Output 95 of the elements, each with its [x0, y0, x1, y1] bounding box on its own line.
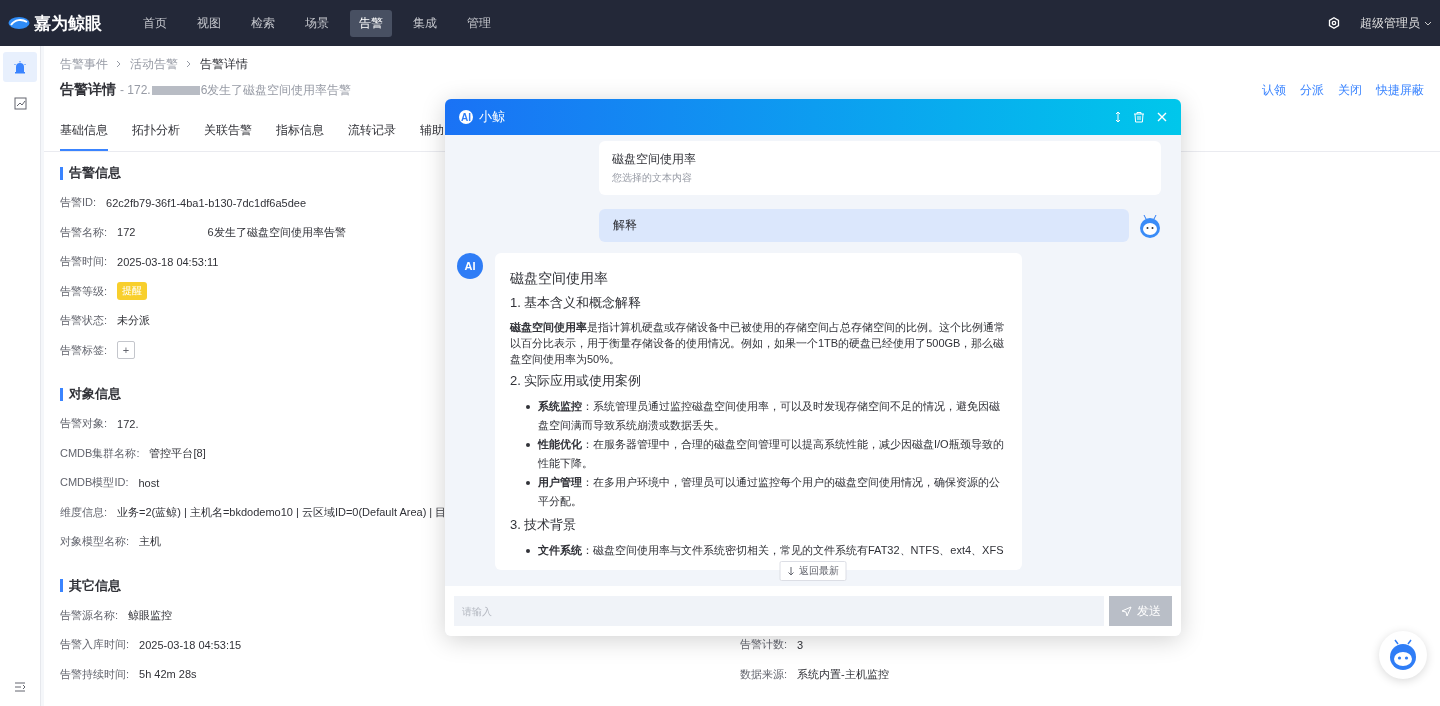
nav-tab[interactable]: 场景	[296, 9, 338, 37]
section-title: 对象信息	[69, 385, 121, 403]
field-value: 业务=2(蓝鲸) | 主机名=bkdodemo10 | 云区域ID=0(Default Area) | 目	[117, 504, 447, 520]
field-value: 2025-03-18 04:53:11	[117, 255, 219, 268]
robot-avatar-icon	[1139, 213, 1161, 238]
answer-heading: 3. 技术背景	[510, 516, 578, 534]
action-link[interactable]: 分派	[1300, 81, 1324, 99]
field-value: 62c2fb79-36f1-4ba1-b130-7dc1df6a5dee	[106, 196, 307, 209]
tab[interactable]: 辅助	[420, 111, 444, 151]
field-label: 告警源名称:	[60, 607, 119, 623]
settings-icon[interactable]	[1328, 17, 1340, 29]
field-label: 告警标签:	[60, 342, 108, 358]
field-label: 告警状态:	[60, 313, 108, 329]
tab[interactable]: 关联告警	[204, 111, 252, 151]
ai-logo: AI	[459, 110, 473, 124]
section-title: 其它信息	[69, 576, 121, 595]
collapse-menu-icon[interactable]	[14, 682, 26, 692]
bullet-icon	[526, 548, 530, 553]
ai-logo: AI	[457, 253, 483, 279]
nav-tab[interactable]: 首页	[134, 9, 176, 37]
answer-heading: 1. 基本含义和概念解释	[510, 294, 643, 313]
field-value: 鲸眼监控	[128, 607, 173, 623]
chevron-icon	[186, 60, 192, 68]
action-link[interactable]: 快捷屏蔽	[1376, 81, 1424, 99]
nav-tab[interactable]: 检索	[242, 9, 284, 37]
field-label: 告警持续时间:	[60, 666, 130, 682]
field-value: host	[138, 476, 160, 489]
action-link[interactable]: 认领	[1262, 81, 1286, 99]
field-label: 告警名称:	[60, 224, 108, 240]
nav-tab[interactable]: 管理	[458, 9, 500, 37]
page-title: 告警详情	[60, 81, 116, 99]
quote-hint: 您选择的文本内容	[612, 171, 693, 185]
field-value: 主机	[139, 534, 162, 550]
answer-bullet: 用户管理：在多用户环境中，管理员可以通过监控每个用户的磁盘空间使用情况，确保资源的公平分配。	[538, 475, 1001, 509]
nav-tab[interactable]: 视图	[188, 9, 230, 37]
resize-icon[interactable]	[1115, 111, 1121, 123]
answer-bullet: 性能优化：在服务器管理中，合理的磁盘空间管理可以提高系统性能，减少因磁盘I/O瓶颈导致的性能下降。	[538, 437, 1005, 471]
page-subtitle: - 172.	[120, 83, 151, 97]
level-badge: 提醒	[117, 282, 148, 301]
user-message: 解释	[599, 209, 1129, 242]
chat-title: 小鲸	[479, 108, 505, 126]
field-value: 5h 42m 28s	[139, 668, 197, 681]
eye-logo-icon	[8, 16, 30, 30]
action-link[interactable]: 关闭	[1338, 81, 1362, 99]
field-value: 未分派	[117, 313, 151, 329]
field-label: 告警ID:	[60, 195, 97, 211]
answer-title: 磁盘空间使用率	[510, 269, 609, 288]
field-label: 告警时间:	[60, 254, 108, 270]
back-to-latest-button[interactable]: 返回最新	[779, 561, 847, 581]
field-value: 172	[117, 226, 136, 239]
field-label: 告警入库时间:	[60, 637, 130, 653]
tab[interactable]: 流转记录	[348, 111, 396, 151]
field-label: 数据来源:	[740, 666, 788, 682]
tab[interactable]: 基础信息	[60, 111, 108, 151]
tab[interactable]: 指标信息	[276, 111, 324, 151]
field-value: 3	[797, 638, 804, 651]
chevron-icon	[116, 60, 122, 68]
quote-text: 磁盘空间使用率	[612, 151, 697, 168]
bullet-icon	[526, 443, 530, 447]
send-icon	[1120, 605, 1132, 617]
field-value: 2025-03-18 04:53:15	[139, 638, 242, 651]
field-value: 管控平台[8]	[149, 445, 206, 461]
field-label: CMDB模型ID:	[60, 475, 129, 491]
field-value: 系统内置-主机监控	[797, 666, 889, 682]
answer-bullet: 系统监控：系统管理员通过监控磁盘空间使用率，可以及时发现存储空间不足的情况，避免因磁盘空间满而导致系统崩溃或数据丢失。	[538, 399, 1001, 433]
down-arrow-icon	[787, 566, 795, 576]
bullet-icon	[526, 405, 530, 409]
redaction-block	[151, 85, 200, 95]
breadcrumb-item: 告警详情	[200, 55, 248, 73]
field-label: 告警等级:	[60, 283, 108, 299]
field-label: CMDB集群名称:	[60, 445, 140, 461]
field-label: 告警计数:	[740, 637, 788, 653]
bullet-icon	[526, 481, 530, 485]
brand-name: 嘉为鲸眼	[34, 12, 102, 35]
sidebar-item[interactable]	[3, 52, 37, 82]
caret-icon	[1424, 20, 1432, 26]
field-label: 维度信息:	[60, 504, 108, 520]
trash-icon[interactable]	[1133, 111, 1145, 123]
nav-tab[interactable]: 集成	[404, 9, 446, 37]
add-tag-button[interactable]: +	[117, 341, 136, 360]
alarm-light-icon	[13, 60, 27, 74]
user-name[interactable]: 超级管理员	[1360, 14, 1420, 32]
close-icon[interactable]	[1157, 112, 1167, 122]
answer-bullet: 文件系统：磁盘空间使用率与文件系统密切相关，常见的文件系统有FAT32、NTFS、ext4、XFS	[538, 542, 1004, 558]
nav-tab[interactable]: 告警	[350, 9, 392, 37]
field-label: 告警对象:	[60, 416, 108, 432]
section-title: 告警信息	[69, 164, 121, 182]
tab[interactable]: 拓扑分析	[132, 111, 180, 151]
chart-icon	[13, 96, 27, 110]
answer-heading: 2. 实际应用或使用案例	[510, 372, 643, 391]
field-label: 对象模型名称:	[60, 534, 130, 550]
answer-paragraph: 磁盘空间使用率是指计算机硬盘或存储设备中已被使用的存储空间占总存储空间的比例。这个比例通常以百分比表示，用于衡量存储设备的使用情况。例如，如果一个1TB的硬盘已经使用了500GB，那么磁盘空间使用率为50%。	[510, 320, 1006, 368]
page-subtitle: 6发生了磁盘空间使用率告警	[200, 81, 352, 99]
field-value: 6发生了磁盘空间使用率告警	[207, 224, 346, 240]
field-value: 172.	[117, 417, 139, 430]
